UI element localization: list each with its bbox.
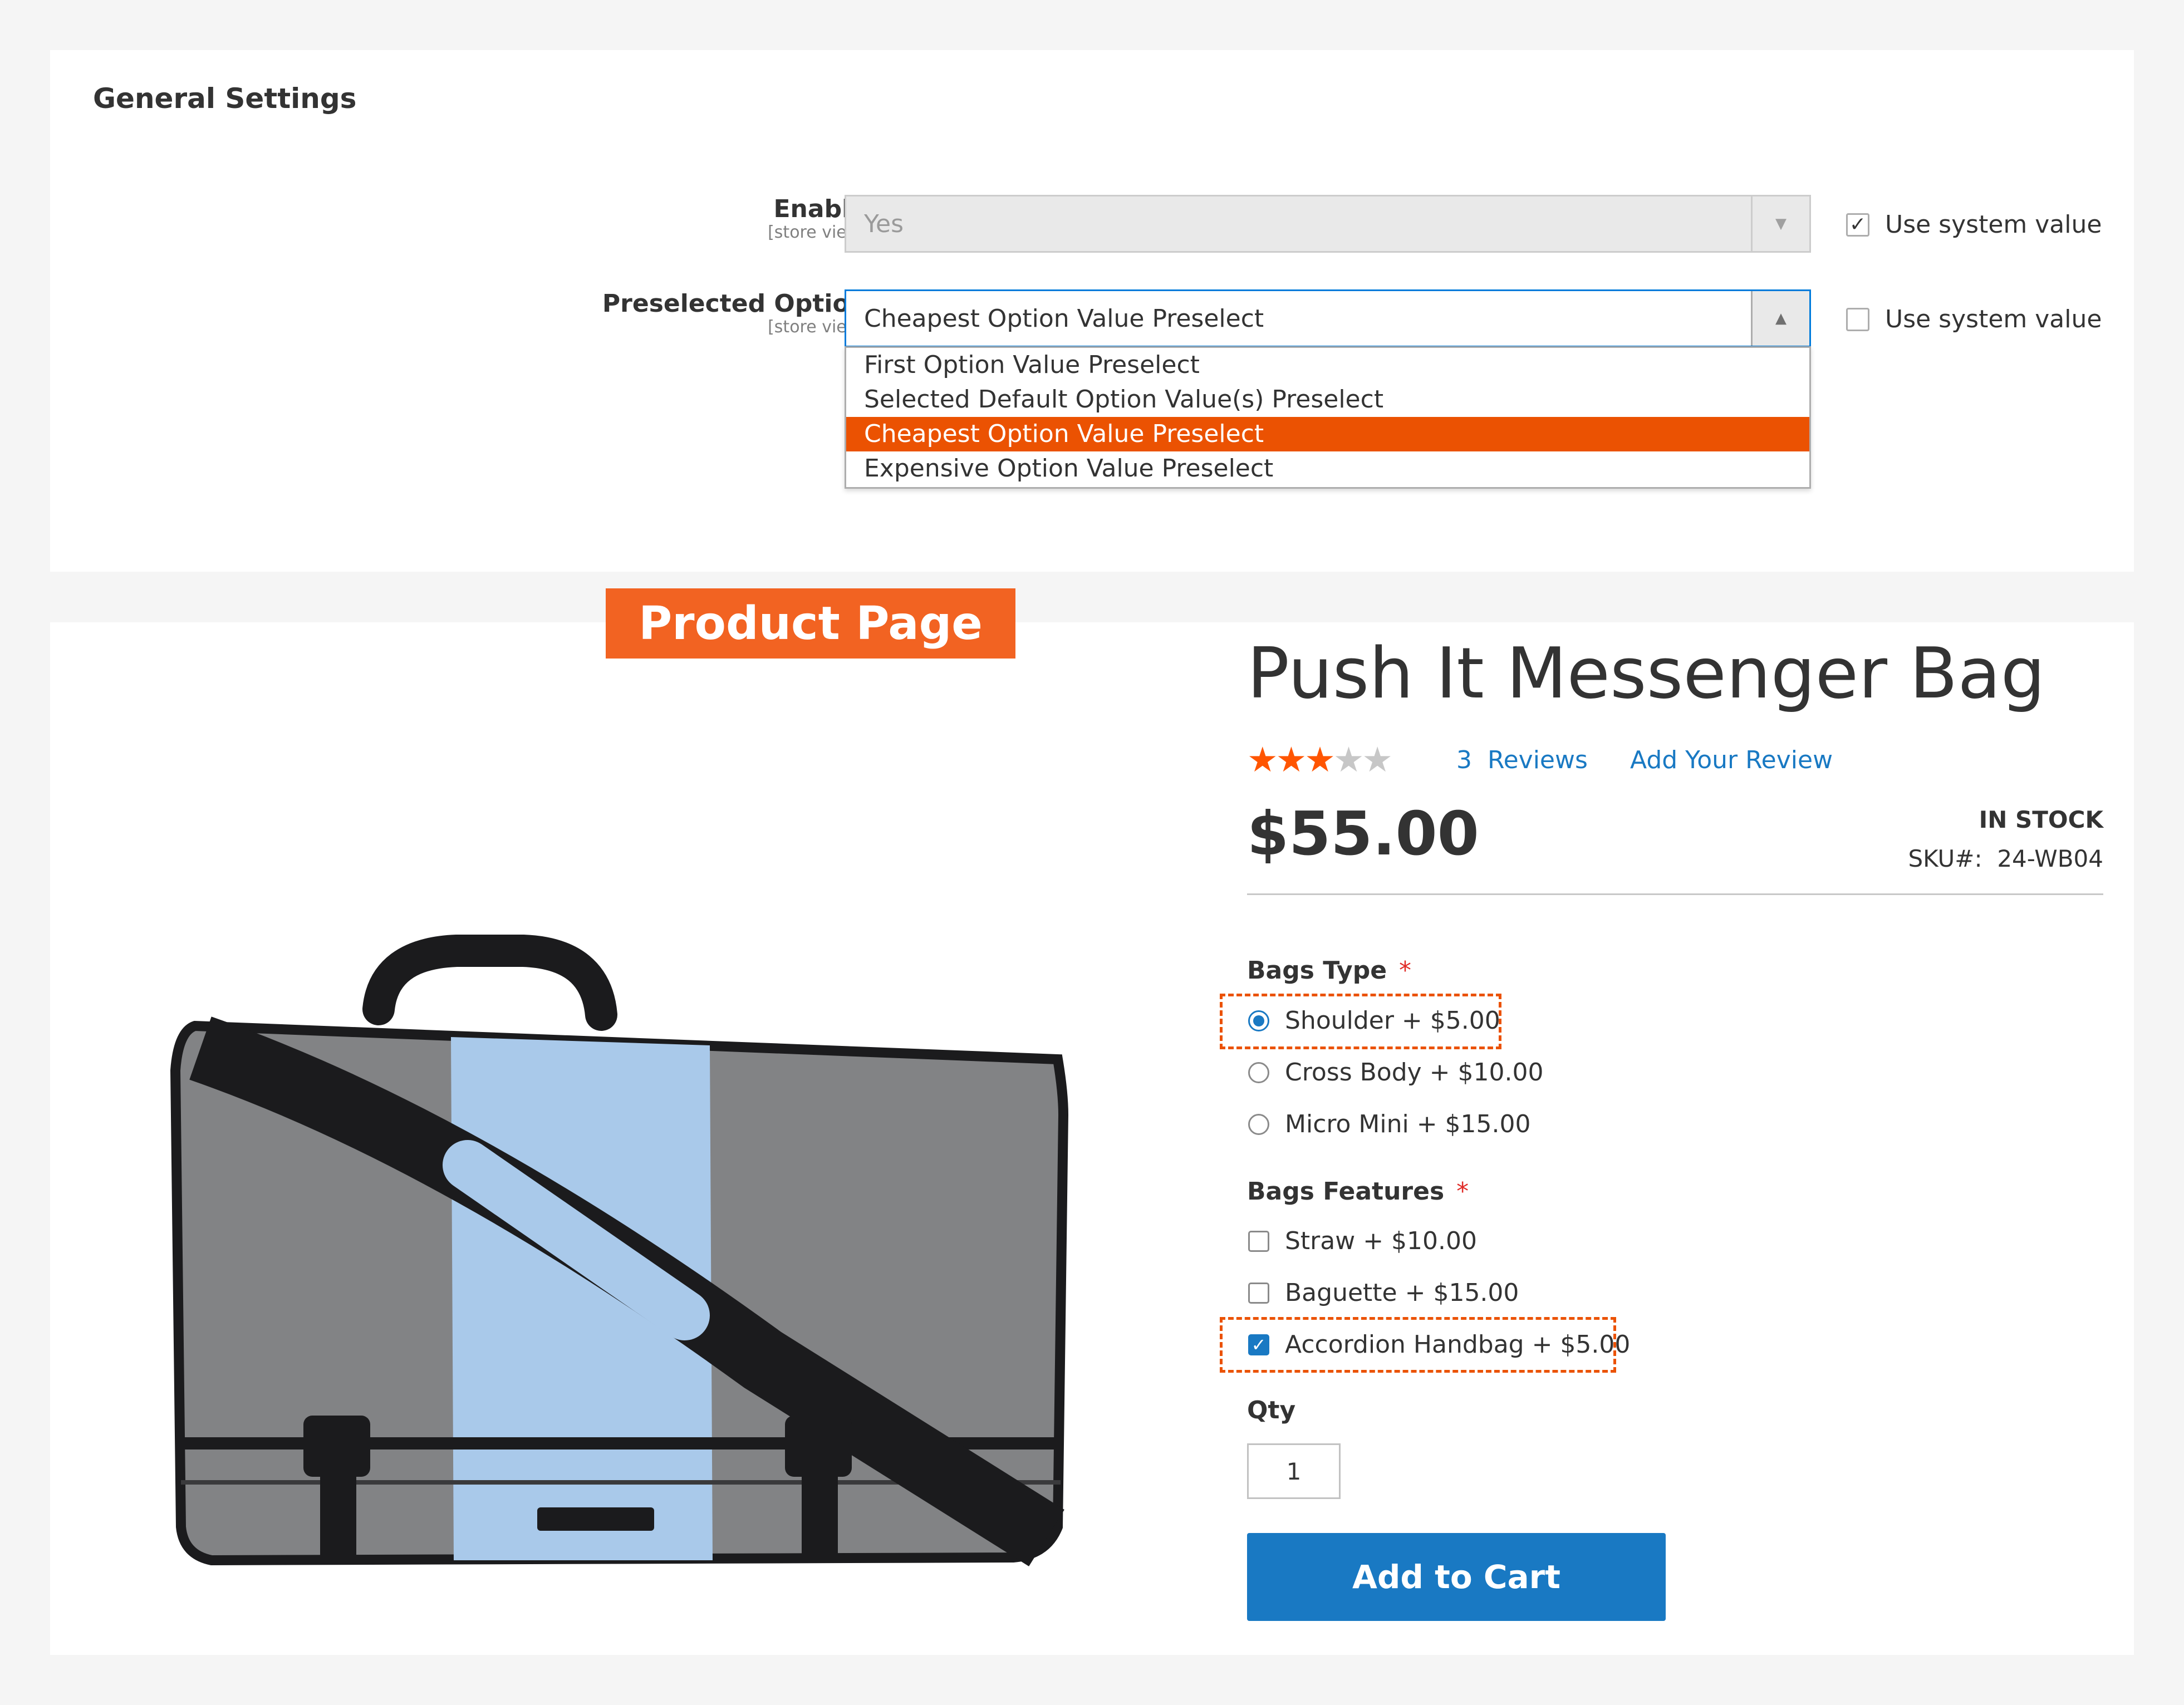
option-label: Baguette + $15.00 bbox=[1285, 1279, 1519, 1307]
preselected-label: Preselected Option bbox=[602, 289, 867, 318]
rating-stars: ★★★★★ bbox=[1247, 739, 1393, 780]
bags-features-label: Bags Features * bbox=[1247, 1177, 1469, 1206]
checkmark-checkbox-icon[interactable]: ✓ bbox=[1846, 213, 1869, 237]
bags-type-label: Bags Type * bbox=[1247, 956, 1411, 985]
product-panel: Push It Messenger Bag ★★★★★ 3 Reviews Ad… bbox=[50, 622, 2134, 1655]
required-mark: * bbox=[1399, 956, 1412, 985]
sku-label: SKU#: bbox=[1908, 845, 1982, 872]
star-empty-icon: ★ bbox=[1333, 739, 1365, 780]
dropdown-option[interactable]: Expensive Option Value Preselect bbox=[846, 451, 1809, 486]
radio[interactable] bbox=[1248, 1062, 1269, 1083]
chevron-up-icon: ▲ bbox=[1751, 291, 1809, 346]
preselected-use-system-value-label: Use system value bbox=[1885, 305, 2102, 333]
chevron-down-icon: ▼ bbox=[1751, 196, 1809, 251]
enable-label: Enable bbox=[773, 195, 867, 223]
radio-selected[interactable] bbox=[1248, 1010, 1269, 1031]
option-label: Accordion Handbag + $5.00 bbox=[1285, 1330, 1631, 1359]
settings-panel: General Settings Enable [store view] Yes… bbox=[50, 50, 2134, 572]
required-mark: * bbox=[1456, 1177, 1469, 1206]
bags-type-label-text: Bags Type bbox=[1247, 956, 1387, 985]
preselected-select-value: Cheapest Option Value Preselect bbox=[864, 304, 1264, 333]
preselected-select[interactable]: Cheapest Option Value Preselect ▲ bbox=[845, 289, 1811, 347]
stock-status: IN STOCK bbox=[1979, 806, 2103, 833]
sku: SKU#: 24-WB04 bbox=[1908, 845, 2103, 872]
enable-use-system-value[interactable]: ✓ Use system value bbox=[1846, 210, 2102, 239]
enable-scope: [store view] bbox=[768, 223, 867, 243]
enable-use-system-value-label: Use system value bbox=[1885, 210, 2102, 239]
enable-label-group: Enable [store view] bbox=[533, 195, 867, 243]
enable-select[interactable]: Yes ▼ bbox=[845, 195, 1811, 253]
preselected-dropdown-list: First Option Value Preselect Selected De… bbox=[845, 346, 1811, 489]
bags-type-option-shoulder[interactable]: Shoulder + $5.00 bbox=[1248, 1006, 1500, 1035]
qty-input[interactable]: 1 bbox=[1247, 1443, 1341, 1499]
option-label: Shoulder + $5.00 bbox=[1285, 1006, 1500, 1035]
divider bbox=[1247, 893, 2103, 895]
star-half-icon: ★ bbox=[1304, 739, 1336, 780]
dropdown-option-selected[interactable]: Cheapest Option Value Preselect bbox=[846, 417, 1809, 451]
preselected-label-group: Preselected Option [store view] bbox=[533, 289, 867, 337]
empty-checkbox-icon[interactable] bbox=[1846, 307, 1869, 331]
checkbox-checked[interactable]: ✓ bbox=[1248, 1334, 1269, 1355]
radio[interactable] bbox=[1248, 1113, 1269, 1135]
reviews-link[interactable]: 3 Reviews bbox=[1456, 746, 1588, 774]
sku-value: 24-WB04 bbox=[1997, 845, 2103, 872]
enable-select-value: Yes bbox=[864, 209, 904, 238]
option-label: Cross Body + $10.00 bbox=[1285, 1058, 1544, 1087]
messenger-bag-image bbox=[170, 935, 1069, 1566]
bags-features-label-text: Bags Features bbox=[1247, 1177, 1445, 1206]
bags-features-option-accordion-handbag[interactable]: ✓ Accordion Handbag + $5.00 bbox=[1248, 1330, 1630, 1359]
preselected-use-system-value[interactable]: Use system value bbox=[1846, 305, 2102, 333]
product-price: $55.00 bbox=[1247, 799, 1479, 869]
bags-features-option-baguette[interactable]: Baguette + $15.00 bbox=[1248, 1279, 1519, 1307]
star-icon: ★ bbox=[1247, 739, 1278, 780]
bags-type-option-micro-mini[interactable]: Micro Mini + $15.00 bbox=[1248, 1110, 1531, 1138]
dropdown-option[interactable]: Selected Default Option Value(s) Presele… bbox=[846, 382, 1809, 417]
option-label: Straw + $10.00 bbox=[1285, 1227, 1478, 1255]
reviews-label: Reviews bbox=[1487, 746, 1588, 774]
checkbox[interactable] bbox=[1248, 1230, 1269, 1252]
add-to-cart-button[interactable]: Add to Cart bbox=[1247, 1533, 1666, 1621]
reviews-count: 3 bbox=[1456, 746, 1472, 774]
qty-label: Qty bbox=[1247, 1396, 1296, 1424]
product-title: Push It Messenger Bag bbox=[1247, 632, 2045, 714]
dropdown-option[interactable]: First Option Value Preselect bbox=[846, 348, 1809, 382]
star-icon: ★ bbox=[1275, 739, 1307, 780]
section-title: General Settings bbox=[93, 82, 357, 115]
add-review-link[interactable]: Add Your Review bbox=[1630, 746, 1833, 774]
bags-type-option-cross-body[interactable]: Cross Body + $10.00 bbox=[1248, 1058, 1543, 1087]
preselected-scope: [store view] bbox=[768, 317, 867, 337]
product-page-banner: Product Page bbox=[606, 588, 1015, 659]
star-empty-icon: ★ bbox=[1362, 739, 1393, 780]
checkbox[interactable] bbox=[1248, 1282, 1269, 1304]
option-label: Micro Mini + $15.00 bbox=[1285, 1110, 1531, 1138]
bags-features-option-straw[interactable]: Straw + $10.00 bbox=[1248, 1227, 1477, 1255]
